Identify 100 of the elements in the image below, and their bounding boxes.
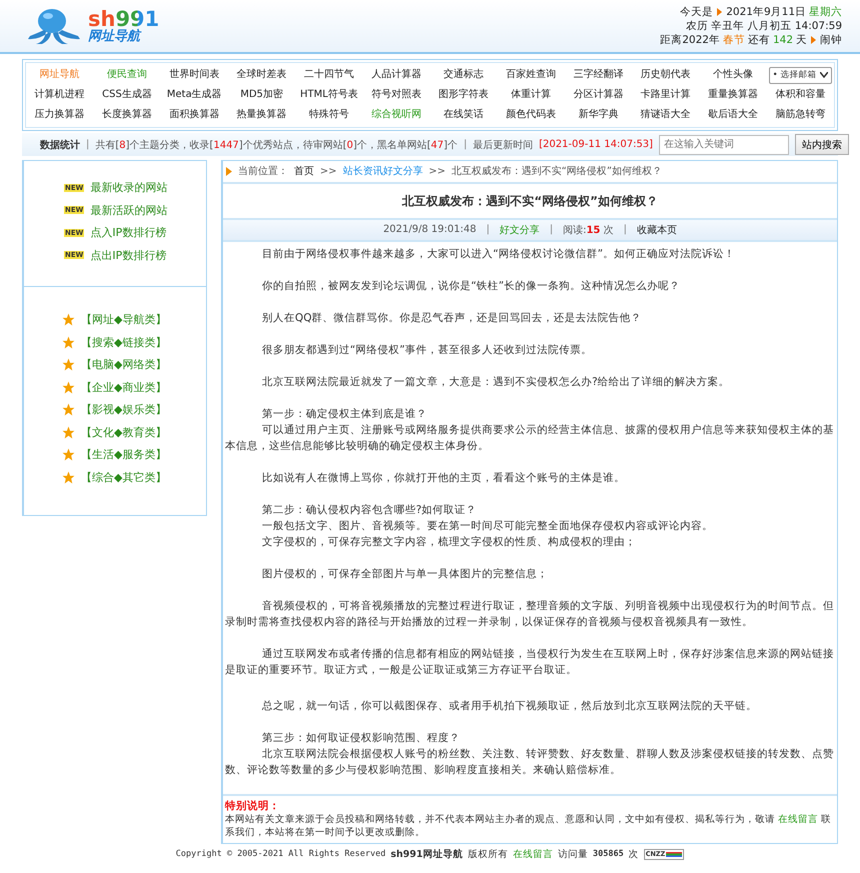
visit-count: 305865 <box>592 849 624 859</box>
bookmark-link[interactable]: 收藏本页 <box>636 222 677 237</box>
nav-link[interactable]: 面积换算器 <box>160 105 228 125</box>
category-link[interactable]: 【影视◆娱乐类】 <box>62 401 206 418</box>
nav-link[interactable]: 在线笑话 <box>430 105 498 125</box>
nav-link[interactable]: 猜谜语大全 <box>632 105 700 125</box>
separator: | <box>86 139 90 150</box>
star-icon <box>62 403 75 416</box>
notice-text: 本网站有关文章来源于会员投稿和网络转载，并不代表本网站主办者的观点、意愿和认同，文中如有侵权、揭私等行为，敬请 在线留言 联系我们，本站将在第一时间予以更改或删除。 <box>225 813 832 839</box>
nav-link[interactable]: 交通标志 <box>430 65 498 85</box>
update-label: 最后更新时间 <box>472 138 533 152</box>
nav-link[interactable]: 卡路里计算 <box>632 85 700 105</box>
star-icon <box>62 313 75 326</box>
category-label: 【影视◆娱乐类】 <box>81 402 166 418</box>
star-icon <box>62 448 75 462</box>
article-paragraph: 一般包括文字、图片、音视频等。要在第一时间尽可能完整全面地保存侵权内容或评论内容。 <box>261 519 714 534</box>
nav-link[interactable]: 图形字符表 <box>430 85 498 105</box>
date-text: 农历 辛丑年 八月初五 14:07:59 <box>686 19 842 33</box>
link-label: 点出IP数排行榜 <box>90 248 166 263</box>
nav-link[interactable]: 新华字典 <box>564 105 632 125</box>
article-paragraph: 第三步：如何取证侵权影响范围、程度？ <box>261 731 461 746</box>
category-link[interactable]: 【企业◆商业类】 <box>62 378 206 396</box>
article-paragraph: 文字侵权的，可保存完整文字内容，梳理文字侵权的性质、构成侵权的理由； <box>261 535 637 550</box>
nav-link[interactable]: Meta生成器 <box>160 85 228 105</box>
nav-link[interactable]: 体重计算 <box>497 85 565 105</box>
search-field[interactable]: 在这输入关键词 <box>658 134 789 154</box>
nav-link[interactable]: 个性头像 <box>699 65 767 85</box>
breadcrumb-separator: >> <box>320 166 337 177</box>
arrow-icon <box>811 36 816 44</box>
nav-link[interactable]: 重量换算器 <box>699 85 767 105</box>
nav-link[interactable]: 人品计算器 <box>362 65 430 85</box>
category-label: 【企业◆商业类】 <box>81 380 166 395</box>
nav-link[interactable]: 计算机进程 <box>26 85 94 105</box>
nav-link[interactable]: 热量换算器 <box>228 105 296 125</box>
nav-link[interactable]: 颜色代码表 <box>497 105 565 125</box>
category-link[interactable]: 【网址◆导航类】 <box>62 311 206 328</box>
date-text: 2021年9月11日 <box>726 5 806 19</box>
publish-date: 2021/9/8 19:01:48 <box>383 224 476 236</box>
article-paragraph: 北京互联网法院会根据侵权人账号的粉丝数、关注数、转评赞数、好友数量、群聊人数及涉案侵权链接的转发数、点赞数、评论数等数量的多少与侵权影响范围、影响程度直接相关。来确认赔偿标准。 <box>225 747 835 778</box>
category-label: 【搜索◆链接类】 <box>81 334 166 350</box>
nav-link[interactable]: 三字经翻译 <box>564 65 632 85</box>
nav-link[interactable]: 压力换算器 <box>26 105 94 125</box>
article-paragraph: 比如说有人在微博上骂你，你就打开他的主页，看看这个账号的主体是谁。 <box>261 471 626 486</box>
nav-link[interactable]: 世界时间表 <box>160 65 228 85</box>
category-link[interactable]: 【综合◆其它类】 <box>62 468 206 486</box>
article-paragraph: 目前由于网络侵权事件越来越多，大家可以进入“网络侵权讨论微信群”。如何正确应对法院诉讼！ <box>261 247 736 262</box>
nav-link[interactable]: 百家姓查询 <box>497 65 565 85</box>
nav-link[interactable]: 脑筋急转弯 <box>766 105 834 125</box>
breadcrumb-current: 北互权威发布：遇到不实“网络侵权”如何维权？ <box>452 164 662 178</box>
nav-link[interactable]: 便民查询 <box>93 65 161 85</box>
date-text: 今天是 <box>680 5 714 19</box>
category-link[interactable]: 【搜索◆链接类】 <box>62 334 206 351</box>
category-label: 【生活◆服务类】 <box>81 447 166 462</box>
nav-link[interactable]: 长度换算器 <box>93 105 161 125</box>
nav-link[interactable]: 二十四节气 <box>295 65 363 85</box>
logo-tagline: 网址导航 <box>88 30 142 43</box>
breadcrumb-label: 当前位置： <box>238 164 288 178</box>
nav-link[interactable]: 历史朝代表 <box>632 65 700 85</box>
message-link[interactable]: 在线留言 <box>512 848 553 860</box>
nav-link[interactable]: MD5加密 <box>228 85 296 105</box>
nav-link[interactable]: 特殊符号 <box>295 105 363 125</box>
category-label: 【网址◆导航类】 <box>81 312 166 328</box>
arrow-icon <box>226 166 232 176</box>
stats-summary: 共有[8]个主题分类，收录[1447]个优秀站点，待审网站[0]个，黑名单网站[47]个 <box>95 138 458 152</box>
article-paragraph: 别人在QQ群、微信群骂你。你是忍气吞声，还是回骂回去，还是去法院告他？ <box>261 311 643 326</box>
category-link[interactable]: 【生活◆服务类】 <box>62 446 206 464</box>
nav-link[interactable]: 符号对照表 <box>362 85 430 105</box>
date-text: 天 <box>796 33 807 47</box>
category-label: 【综合◆其它类】 <box>81 470 166 485</box>
link-label: 最新收录的网站 <box>90 180 168 196</box>
nav-link[interactable]: 歇后语大全 <box>699 105 767 125</box>
article-paragraph: 很多朋友都遇到过“网络侵权”事件，甚至很多人还收到过法院传票。 <box>261 343 593 358</box>
nav-link[interactable]: 综合视听网 <box>362 105 430 125</box>
date-text: 142 <box>772 33 793 47</box>
nav-link[interactable]: 体积和容量 <box>766 85 834 105</box>
link-label: 点入IP数排行榜 <box>90 225 166 240</box>
nav-link[interactable]: 分区计算器 <box>564 85 632 105</box>
category-link[interactable]: 【电脑◆网络类】 <box>62 356 206 374</box>
message-link[interactable]: 在线留言 <box>778 814 818 825</box>
category-link[interactable]: 【文化◆教育类】 <box>62 424 206 441</box>
arrow-icon <box>717 8 722 16</box>
breadcrumb-link[interactable]: 首页 <box>294 164 314 178</box>
separator: | <box>623 224 627 236</box>
star-icon <box>62 336 75 349</box>
nav-link[interactable]: HTML符号表 <box>295 85 363 105</box>
article-paragraph: 可以通过用户主页、注册账号或网络服务提供商要求公示的经营主体信息、披露的侵权用户信息等来获知侵权主体的基本信息，这些信息能够比较明确的确定侵权主体身份。 <box>225 423 835 454</box>
star-icon <box>62 426 75 439</box>
nav-link[interactable]: CSS生成器 <box>93 85 161 105</box>
star-icon <box>62 380 75 394</box>
date-text: 春节 <box>722 33 745 47</box>
category-label: 【文化◆教育类】 <box>81 424 166 440</box>
search-button[interactable]: 站内搜索 <box>794 134 849 155</box>
mail-select[interactable]: • 选择邮箱 <box>768 66 832 84</box>
article-paragraph: 你的自拍照，被网友发到论坛调侃，说你是“铁柱”长的像一条狗。这种情况怎么办呢？ <box>261 279 681 294</box>
nav-link[interactable]: 全球时差表 <box>228 65 296 85</box>
read-count: 阅读:15 次 <box>562 224 614 237</box>
separator: | <box>464 139 467 150</box>
article-paragraph: 总之呢，就一句话，你可以截图保存、或者用手机拍下视频取证，然后放到北京互联网法院的天平链。 <box>261 699 758 714</box>
date-text: 还有 <box>748 33 770 47</box>
star-icon <box>62 358 75 372</box>
